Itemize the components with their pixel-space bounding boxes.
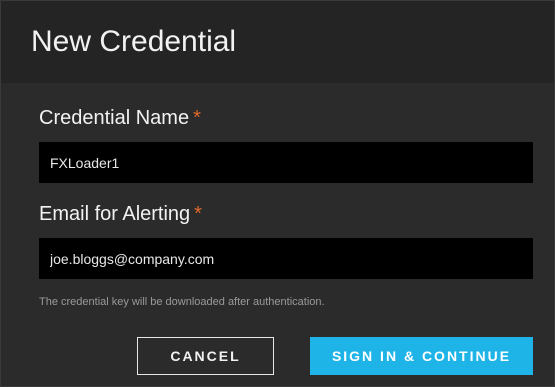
dialog-title: New Credential	[31, 25, 237, 58]
required-asterisk: *	[193, 107, 201, 129]
cancel-button[interactable]: CANCEL	[137, 337, 274, 375]
alert-email-input[interactable]	[39, 238, 533, 279]
credential-name-input[interactable]	[39, 142, 533, 183]
download-hint: The credential key will be downloaded af…	[39, 296, 325, 308]
required-asterisk: *	[194, 203, 202, 225]
alert-email-label: Email for Alerting *	[39, 201, 202, 227]
credential-name-label: Credential Name *	[39, 105, 201, 131]
dialog-header: New Credential	[1, 1, 554, 83]
new-credential-dialog: New Credential Credential Name* Email fo…	[0, 0, 555, 387]
credential-name-label-text: Credential Name	[39, 107, 190, 129]
sign-in-continue-button[interactable]: SIGN IN & CONTINUE	[310, 337, 533, 375]
alert-email-label-text: Email for Alerting	[39, 203, 191, 225]
